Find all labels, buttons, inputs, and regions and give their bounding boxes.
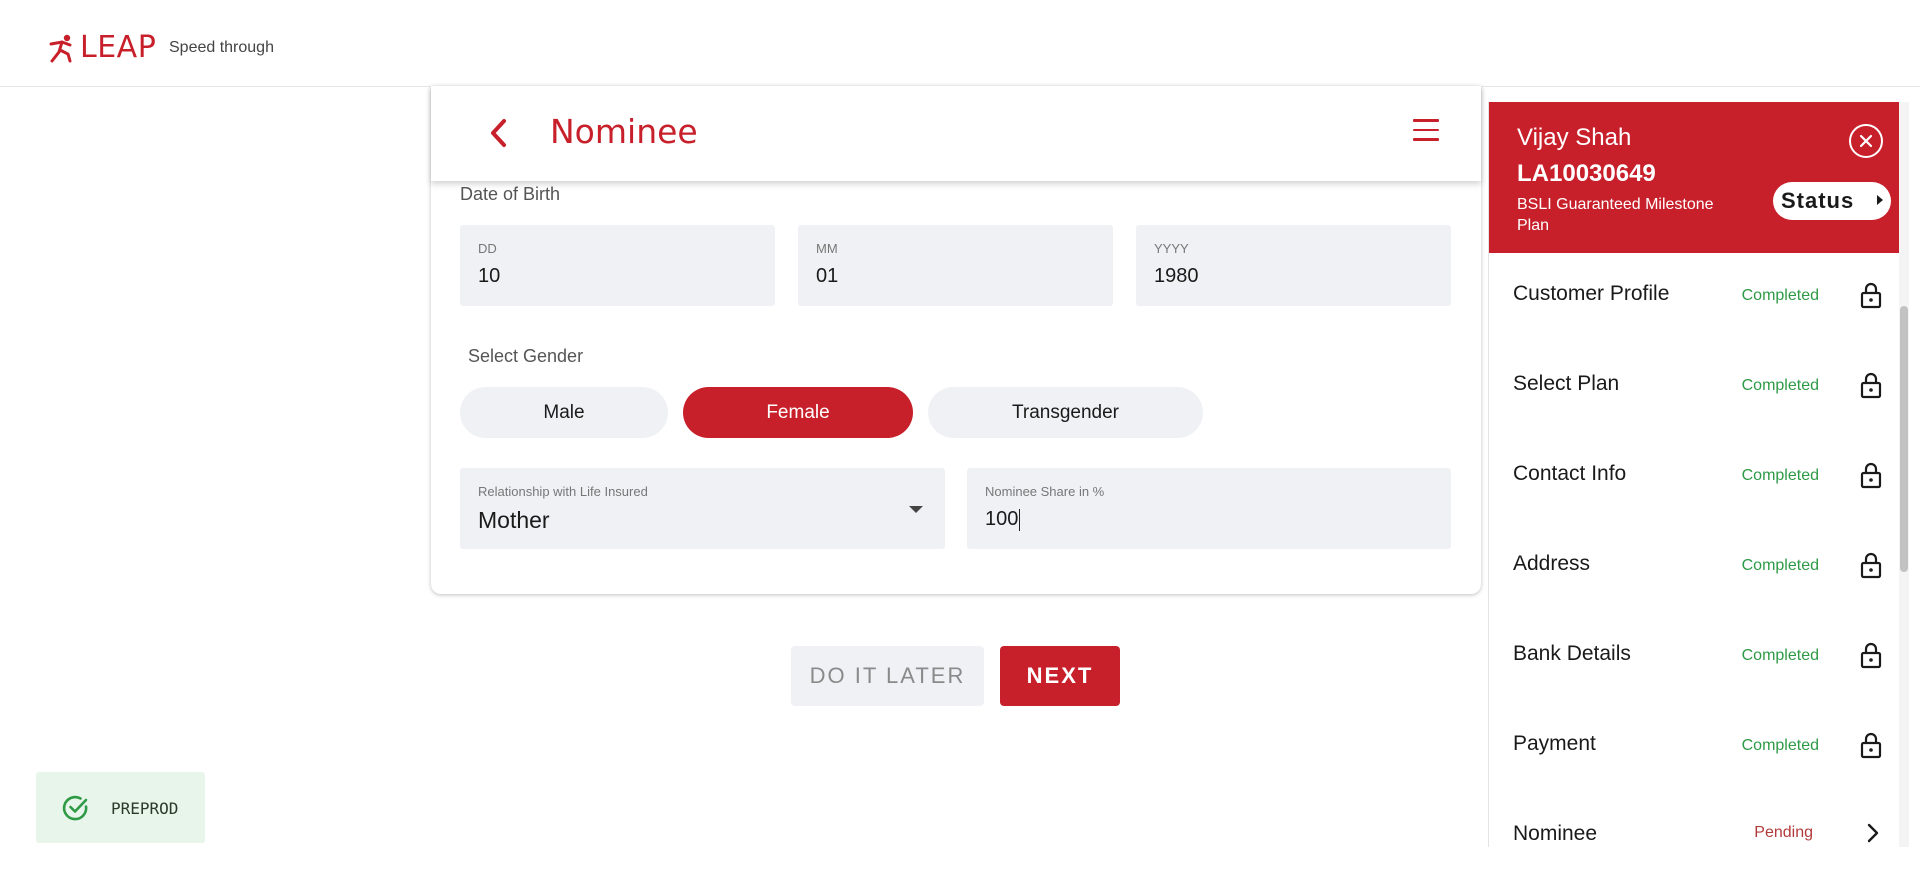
step-label: Select Plan: [1513, 372, 1620, 395]
dob-month-field[interactable]: MM 01: [798, 225, 1113, 306]
chevron-right-icon: [1867, 823, 1879, 843]
runner-icon: [49, 34, 72, 62]
step-customer-profile[interactable]: Customer Profile Completed: [1489, 264, 1899, 354]
close-icon[interactable]: [1849, 124, 1883, 158]
step-label: Customer Profile: [1513, 282, 1670, 305]
step-status: Completed: [1741, 647, 1819, 664]
step-status: Completed: [1741, 287, 1819, 304]
environment-label: PREPROD: [111, 799, 179, 818]
step-status: Completed: [1741, 467, 1819, 484]
step-status: Completed: [1741, 377, 1819, 394]
plan-name: BSLI Guaranteed Milestone Plan: [1517, 196, 1714, 234]
lock-icon: [1860, 282, 1882, 309]
step-label: Contact Info: [1513, 462, 1627, 485]
gender-option-male[interactable]: Male: [460, 387, 668, 438]
step-select-plan[interactable]: Select Plan Completed: [1489, 354, 1899, 444]
lock-icon: [1860, 372, 1882, 399]
dob-day-field[interactable]: DD 10: [460, 225, 775, 306]
dob-year-label: YYYY: [1154, 241, 1189, 256]
status-button-label: Status: [1781, 188, 1855, 213]
check-circle-icon: [62, 795, 88, 821]
logo-text: LEAP: [80, 30, 157, 65]
dob-year-value: 1980: [1154, 265, 1199, 287]
lock-icon: [1860, 732, 1882, 759]
status-button[interactable]: Status: [1773, 182, 1891, 220]
step-status: Completed: [1741, 737, 1819, 754]
caret-right-icon: [1877, 195, 1883, 205]
step-label: Payment: [1513, 732, 1596, 755]
leap-logo[interactable]: LEAP: [48, 30, 156, 65]
relationship-select[interactable]: Relationship with Life Insured Mother: [460, 468, 945, 549]
nominee-share-label: Nominee Share in %: [985, 484, 1105, 499]
gender-option-transgender[interactable]: Transgender: [928, 387, 1203, 438]
step-status: Pending: [1754, 824, 1813, 841]
lock-icon: [1860, 552, 1882, 579]
relationship-label: Relationship with Life Insured: [478, 484, 648, 499]
environment-badge: PREPROD: [36, 772, 205, 843]
step-label: Nominee: [1513, 822, 1598, 845]
dob-year-field[interactable]: YYYY 1980: [1136, 225, 1451, 306]
step-contact-info[interactable]: Contact Info Completed: [1489, 444, 1899, 534]
nominee-share-value: 100: [985, 508, 1019, 530]
nominee-share-input[interactable]: 100: [985, 508, 1021, 531]
panel-scrollbar-thumb[interactable]: [1900, 306, 1908, 572]
lock-icon: [1860, 642, 1882, 669]
back-arrow-icon[interactable]: [485, 116, 515, 150]
dob-month-label: MM: [816, 241, 838, 256]
step-label: Bank Details: [1513, 642, 1631, 665]
tagline: Speed through: [169, 39, 274, 56]
page-title: Nominee: [550, 112, 698, 151]
step-bank-details[interactable]: Bank Details Completed: [1489, 624, 1899, 714]
dob-day-label: DD: [478, 241, 497, 256]
panel-header: Vijay Shah LA10030649 BSLI Guaranteed Mi…: [1489, 102, 1899, 253]
dob-month-value: 01: [816, 265, 839, 287]
hamburger-menu-icon[interactable]: [1413, 119, 1439, 143]
step-status: Completed: [1741, 557, 1819, 574]
dob-label: Date of Birth: [460, 184, 561, 204]
dob-day-value: 10: [478, 265, 501, 287]
step-address[interactable]: Address Completed: [1489, 534, 1899, 624]
gender-label: Select Gender: [468, 346, 584, 366]
form-header: Nominee: [431, 86, 1481, 181]
lock-icon: [1860, 462, 1882, 489]
nominee-share-field[interactable]: Nominee Share in % 100: [967, 468, 1451, 549]
step-payment[interactable]: Payment Completed: [1489, 714, 1899, 804]
application-id: LA10030649: [1517, 160, 1656, 187]
relationship-value: Mother: [478, 507, 550, 533]
customer-name: Vijay Shah: [1517, 124, 1632, 151]
next-button[interactable]: NEXT: [1000, 646, 1120, 706]
step-label: Address: [1513, 552, 1591, 575]
text-cursor: [1019, 508, 1021, 531]
step-nominee[interactable]: Nominee Pending: [1489, 804, 1899, 847]
top-bar: LEAP Speed through: [0, 0, 1920, 87]
do-it-later-button[interactable]: DO IT LATER: [791, 646, 984, 706]
gender-option-female[interactable]: Female: [683, 387, 913, 438]
chevron-down-icon: [909, 506, 923, 513]
